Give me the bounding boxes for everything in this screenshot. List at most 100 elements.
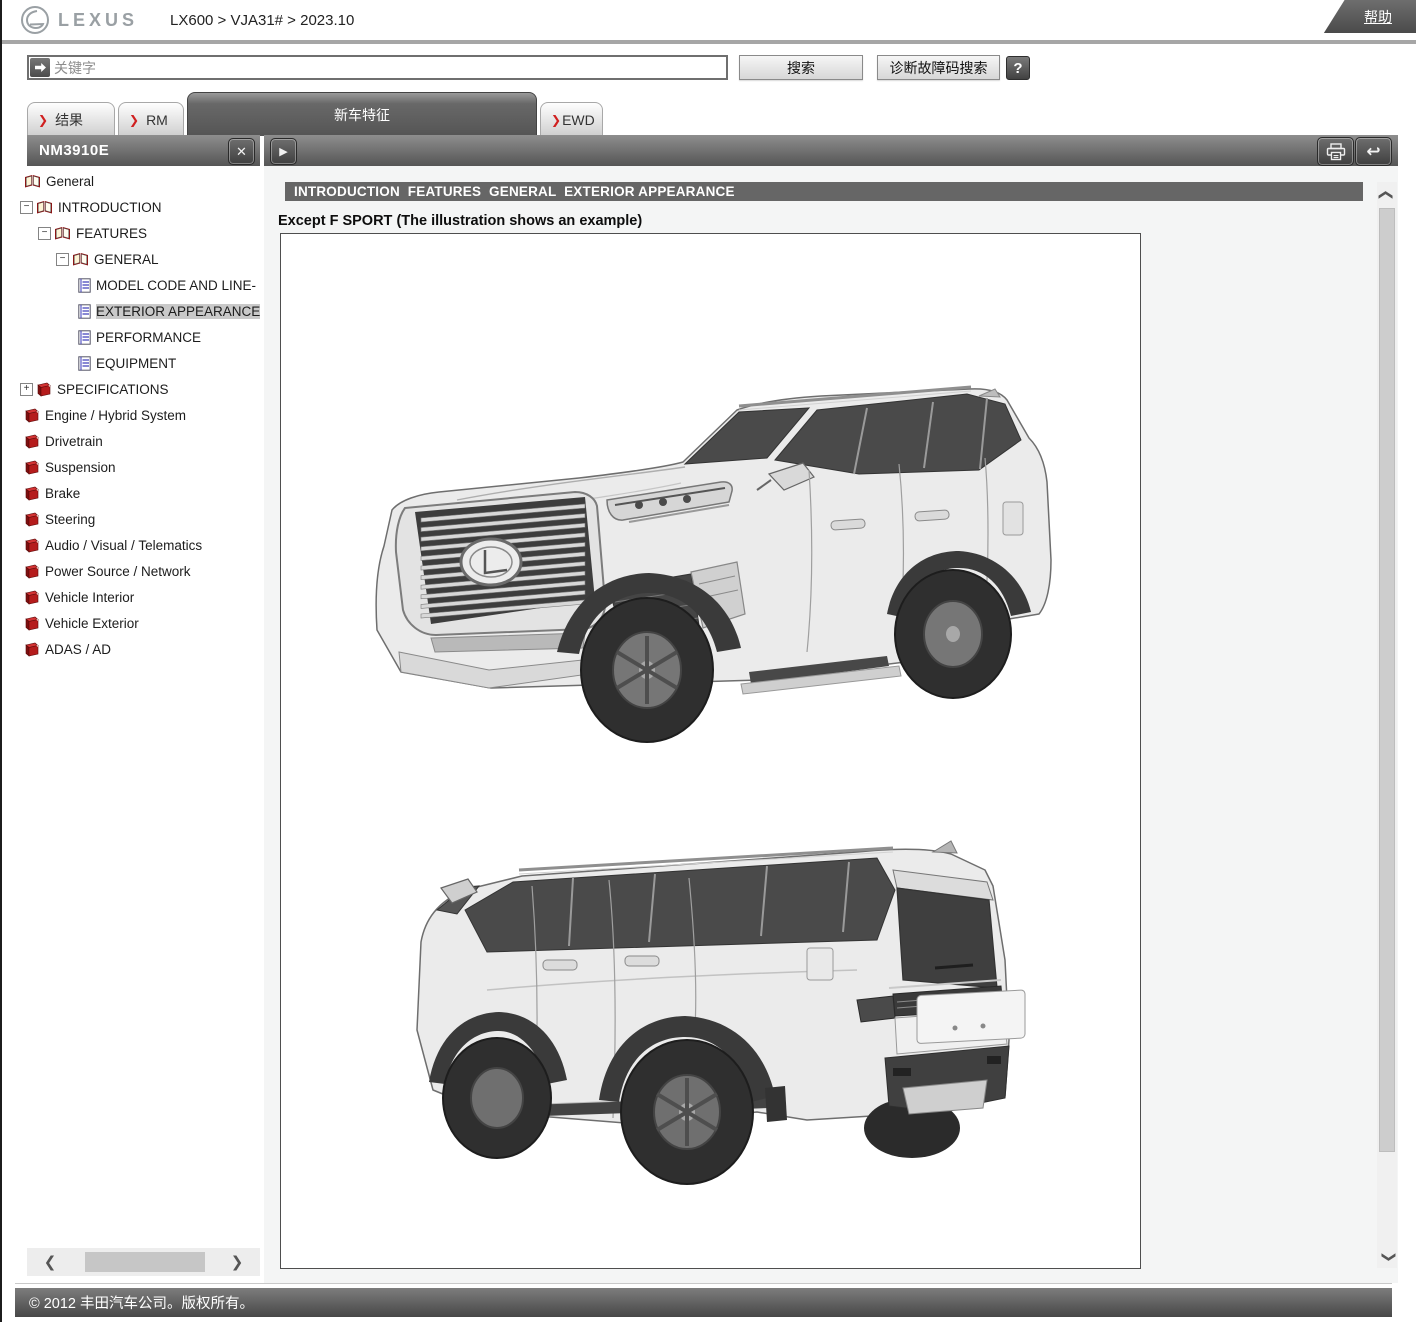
section-path-header: INTRODUCTION FEATURES GENERAL EXTERIOR A… <box>285 182 1363 201</box>
footer-copyright: © 2012 丰田汽车公司。版权所有。 <box>15 1288 1392 1317</box>
tab-new-car-features-label: 新车特征 <box>334 105 390 125</box>
sidebar-item-general[interactable]: General <box>20 168 260 194</box>
tab-rm[interactable]: ❯ RM <box>118 102 184 136</box>
sidebar-item-vehicle-exterior[interactable]: Vehicle Exterior <box>20 610 260 636</box>
sidebar-item-performance[interactable]: PERFORMANCE <box>20 324 260 350</box>
expand-panel-button[interactable]: ▶ <box>270 138 297 165</box>
sidebar-tree: General−INTRODUCTION−FEATURES−GENERALMOD… <box>20 168 260 1246</box>
printer-icon <box>1326 143 1346 161</box>
sidebar-item-label: MODEL CODE AND LINE- <box>96 278 256 293</box>
sidebar-item-label: ADAS / AD <box>45 642 111 657</box>
closed-book-icon <box>24 538 40 553</box>
sidebar-item-introduction[interactable]: − INTRODUCTION <box>20 194 260 220</box>
search-help-icon[interactable]: ? <box>1006 56 1030 80</box>
tab-ewd[interactable]: ❯ EWD <box>540 102 603 136</box>
expander-minus-icon[interactable]: − <box>38 227 51 240</box>
sidebar-item-label: EXTERIOR APPEARANCE <box>96 304 260 319</box>
open-book-icon <box>36 200 53 214</box>
sidebar-item-drivetrain[interactable]: Drivetrain <box>20 428 260 454</box>
closed-book-icon <box>24 434 40 449</box>
document-icon <box>78 356 91 371</box>
lexus-logo-icon <box>20 5 50 35</box>
dtc-search-button[interactable]: 诊断故障码搜索 <box>877 55 1000 80</box>
scroll-right-icon[interactable]: ❯ <box>220 1248 254 1276</box>
sidebar-item-brake[interactable]: Brake <box>20 480 260 506</box>
lexus-logo-text: LEXUS <box>58 10 138 31</box>
sidebar-item-power-source-network[interactable]: Power Source / Network <box>20 558 260 584</box>
expander-minus-icon[interactable]: − <box>20 201 33 214</box>
sidebar-item-label: Steering <box>45 512 95 527</box>
sidebar-item-label: EQUIPMENT <box>96 356 176 371</box>
sidebar-item-audio-visual-telematics[interactable]: Audio / Visual / Telematics <box>20 532 260 558</box>
document-id: NM3910E <box>39 142 109 159</box>
content-toolbar: ▶ ↩ <box>264 135 1398 166</box>
sidebar-item-label: INTRODUCTION <box>58 200 162 215</box>
tab-arrow-icon: ❯ <box>129 113 139 127</box>
closed-book-icon <box>24 616 40 631</box>
sidebar-item-model-code-and-line[interactable]: MODEL CODE AND LINE- <box>20 272 260 298</box>
sidebar-item-steering[interactable]: Steering <box>20 506 260 532</box>
sidebar-item-adas-ad[interactable]: ADAS / AD <box>20 636 260 662</box>
main-content: INTRODUCTION FEATURES GENERAL EXTERIOR A… <box>264 166 1398 1283</box>
sidebar-item-exterior-appearance[interactable]: EXTERIOR APPEARANCE <box>20 298 260 324</box>
sidebar-item-equipment[interactable]: EQUIPMENT <box>20 350 260 376</box>
search-go-icon[interactable] <box>30 58 50 77</box>
document-icon <box>78 304 91 319</box>
panel-divider <box>15 1283 1392 1284</box>
sidebar-item-label: Engine / Hybrid System <box>45 408 186 423</box>
sidebar-item-label: Vehicle Exterior <box>45 616 139 631</box>
sidebar-item-label: General <box>46 174 94 189</box>
sidebar-item-label: SPECIFICATIONS <box>57 382 169 397</box>
tab-rm-label: RM <box>146 112 168 128</box>
expander-minus-icon[interactable]: − <box>56 253 69 266</box>
content-vertical-scrollbar[interactable]: ❮ ❮ <box>1377 182 1397 1268</box>
sidebar-item-label: Vehicle Interior <box>45 590 134 605</box>
sidebar-item-label: Suspension <box>45 460 116 475</box>
search-input[interactable] <box>50 60 726 76</box>
sidebar-item-label: Brake <box>45 486 80 501</box>
sidebar-item-specifications[interactable]: + SPECIFICATIONS <box>20 376 260 402</box>
figure-caption: Except F SPORT (The illustration shows a… <box>278 213 642 229</box>
app-window: LEXUS LX600 > VJA31# > 2023.10 帮助 搜索 诊断故… <box>0 0 1416 1322</box>
document-icon <box>78 278 91 293</box>
keyword-search-box <box>27 55 728 80</box>
breadcrumb: LX600 > VJA31# > 2023.10 <box>170 12 354 29</box>
closed-book-icon <box>24 590 40 605</box>
closed-book-icon <box>24 460 40 475</box>
scroll-left-icon[interactable]: ❮ <box>33 1248 67 1276</box>
sidebar-item-vehicle-interior[interactable]: Vehicle Interior <box>20 584 260 610</box>
tab-results[interactable]: ❯ 结果 <box>27 102 115 136</box>
close-document-button[interactable]: ✕ <box>228 138 255 165</box>
expander-plus-icon[interactable]: + <box>20 383 33 396</box>
sidebar-item-label: Power Source / Network <box>45 564 191 579</box>
sidebar-item-label: FEATURES <box>76 226 147 241</box>
front-view-illustration <box>339 352 1084 752</box>
return-button[interactable]: ↩ <box>1355 137 1392 166</box>
document-panel-header: NM3910E ✕ <box>27 135 260 166</box>
open-book-icon <box>24 174 41 188</box>
sidebar-item-label: Audio / Visual / Telematics <box>45 538 202 553</box>
search-button[interactable]: 搜索 <box>739 55 863 80</box>
lexus-logo: LEXUS <box>20 5 138 35</box>
closed-book-icon <box>24 486 40 501</box>
sidebar-item-suspension[interactable]: Suspension <box>20 454 260 480</box>
sidebar-item-general[interactable]: − GENERAL <box>20 246 260 272</box>
tab-arrow-icon: ❯ <box>38 113 48 127</box>
scroll-down-icon[interactable]: ❮ <box>1376 1247 1398 1267</box>
document-icon <box>78 330 91 345</box>
closed-book-icon <box>24 564 40 579</box>
scroll-up-icon[interactable]: ❮ <box>1376 185 1398 205</box>
tab-new-car-features[interactable]: 新车特征 <box>187 92 537 136</box>
horizontal-scroll-thumb[interactable] <box>85 1252 205 1272</box>
print-button[interactable] <box>1317 137 1354 166</box>
tab-ewd-label: EWD <box>562 112 595 128</box>
sidebar-item-features[interactable]: − FEATURES <box>20 220 260 246</box>
help-button[interactable]: 帮助 <box>1322 0 1416 33</box>
sidebar-item-label: Drivetrain <box>45 434 103 449</box>
sidebar-horizontal-scrollbar[interactable]: ❮ ❯ <box>27 1248 260 1276</box>
vertical-scroll-thumb[interactable] <box>1379 208 1395 1152</box>
sidebar-item-engine-hybrid-system[interactable]: Engine / Hybrid System <box>20 402 260 428</box>
open-book-icon <box>72 252 89 266</box>
open-book-icon <box>54 226 71 240</box>
sidebar-item-label: GENERAL <box>94 252 159 267</box>
